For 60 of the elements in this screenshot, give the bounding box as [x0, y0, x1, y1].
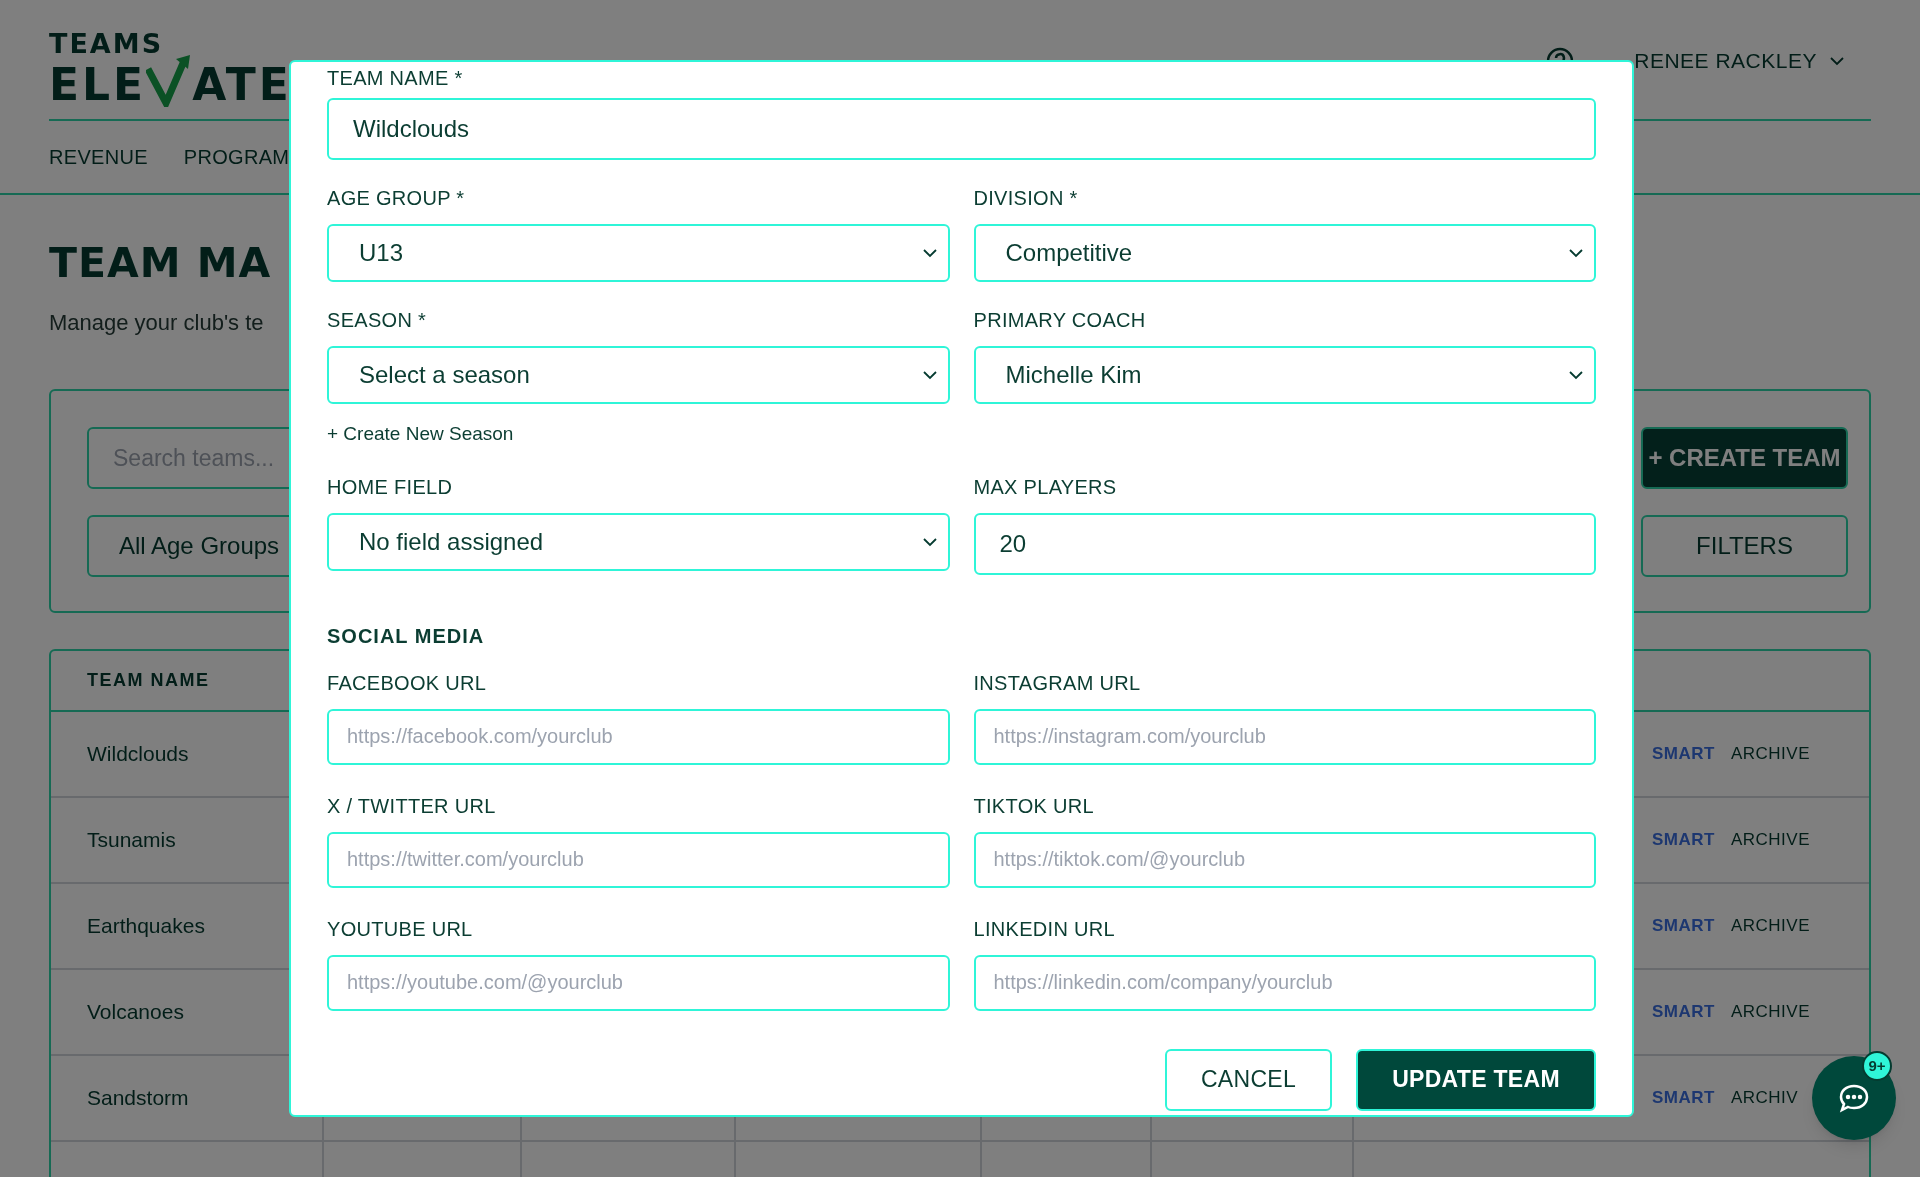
field-label: LINKEDIN URL: [973, 916, 1116, 941]
field-label: AGE GROUP *: [327, 186, 466, 210]
field-label: TEAM NAME *: [327, 66, 464, 90]
team-name-cell-text: Tsunamis: [87, 827, 176, 854]
team-name-cell-text: Sandstorm: [87, 1085, 189, 1112]
chevron-down-icon: [921, 536, 938, 547]
smart-link[interactable]: SMART: [1652, 999, 1715, 1025]
column-header: TEAM NAME: [87, 669, 210, 692]
archive-link[interactable]: ARCHIVE: [1730, 741, 1811, 767]
page-title: TEAM MA: [49, 243, 272, 284]
chevron-down-icon: [921, 248, 938, 258]
url-field[interactable]: https://twitter.com/yourclub: [327, 831, 950, 888]
smart-link[interactable]: SMART: [1652, 827, 1715, 853]
user-menu[interactable]: RENEE RACKLEY: [1634, 45, 1845, 77]
filters-button[interactable]: FILTERS: [1641, 515, 1848, 577]
chat-bubble-icon: [1838, 1083, 1870, 1113]
field-label: YOUTUBE URL: [327, 916, 474, 941]
url-field[interactable]: https://tiktok.com/@yourclub: [973, 831, 1596, 888]
field-label: FACEBOOK URL: [327, 670, 488, 695]
archive-link[interactable]: ARCHIVE: [1730, 999, 1811, 1025]
chevron-down-icon: [1568, 248, 1584, 258]
chevron-down-icon: [1829, 55, 1845, 66]
update-team-button[interactable]: UPDATE TEAM: [1356, 1048, 1596, 1111]
smart-link[interactable]: SMART: [1652, 741, 1715, 767]
field-label: DIVISION *: [973, 186, 1079, 210]
url-field[interactable]: https://facebook.com/yourclub: [327, 708, 950, 765]
chevron-down-icon: [921, 370, 938, 380]
archive-link[interactable]: ARCHIV: [1730, 1085, 1799, 1111]
logo: TEAMS ELE ATE: [49, 30, 292, 107]
url-field[interactable]: https://linkedin.com/company/yourclub: [973, 954, 1596, 1011]
number-field[interactable]: 20: [973, 512, 1596, 575]
section-heading: SOCIAL MEDIA: [327, 623, 486, 649]
field-label: PRIMARY COACH: [973, 308, 1147, 332]
field-label: MAX PLAYERS: [973, 474, 1118, 499]
field-label: X / TWITTER URL: [327, 793, 497, 818]
nav-link[interactable]: REVENUE: [49, 142, 148, 172]
dropdown-select[interactable]: Select a season: [327, 346, 950, 404]
dropdown-select[interactable]: U13: [327, 224, 950, 282]
dropdown-select[interactable]: No field assigned: [327, 512, 950, 571]
dropdown-select[interactable]: Competitive: [973, 224, 1596, 282]
field-label: SEASON *: [327, 308, 428, 332]
field-label: INSTAGRAM URL: [973, 670, 1142, 695]
nav-link[interactable]: PROGRAM: [183, 142, 290, 172]
dropdown-select[interactable]: Michelle Kim: [973, 346, 1596, 404]
archive-link[interactable]: ARCHIVE: [1730, 913, 1811, 939]
cancel-button[interactable]: CANCEL: [1165, 1048, 1332, 1111]
field-label: TIKTOK URL: [973, 793, 1095, 818]
create-team-button[interactable]: + CREATE TEAM: [1641, 427, 1848, 489]
url-field[interactable]: https://youtube.com/@yourclub: [327, 954, 950, 1011]
url-field[interactable]: https://instagram.com/yourclub: [973, 708, 1596, 765]
chevron-down-icon: [1568, 370, 1584, 380]
team-name-cell-text: Volcanoes: [87, 999, 184, 1026]
archive-link[interactable]: ARCHIVE: [1730, 827, 1811, 853]
team-name-cell-text: Wildclouds: [87, 741, 189, 768]
notification-badge: 9+: [1862, 1051, 1892, 1081]
team-name-field[interactable]: Wildclouds: [327, 98, 1596, 160]
smart-link[interactable]: SMART: [1652, 1085, 1715, 1111]
page-subtitle: Manage your club's te: [49, 309, 264, 337]
smart-link[interactable]: SMART: [1652, 913, 1715, 939]
team-name-cell-text: Earthquakes: [87, 913, 205, 940]
